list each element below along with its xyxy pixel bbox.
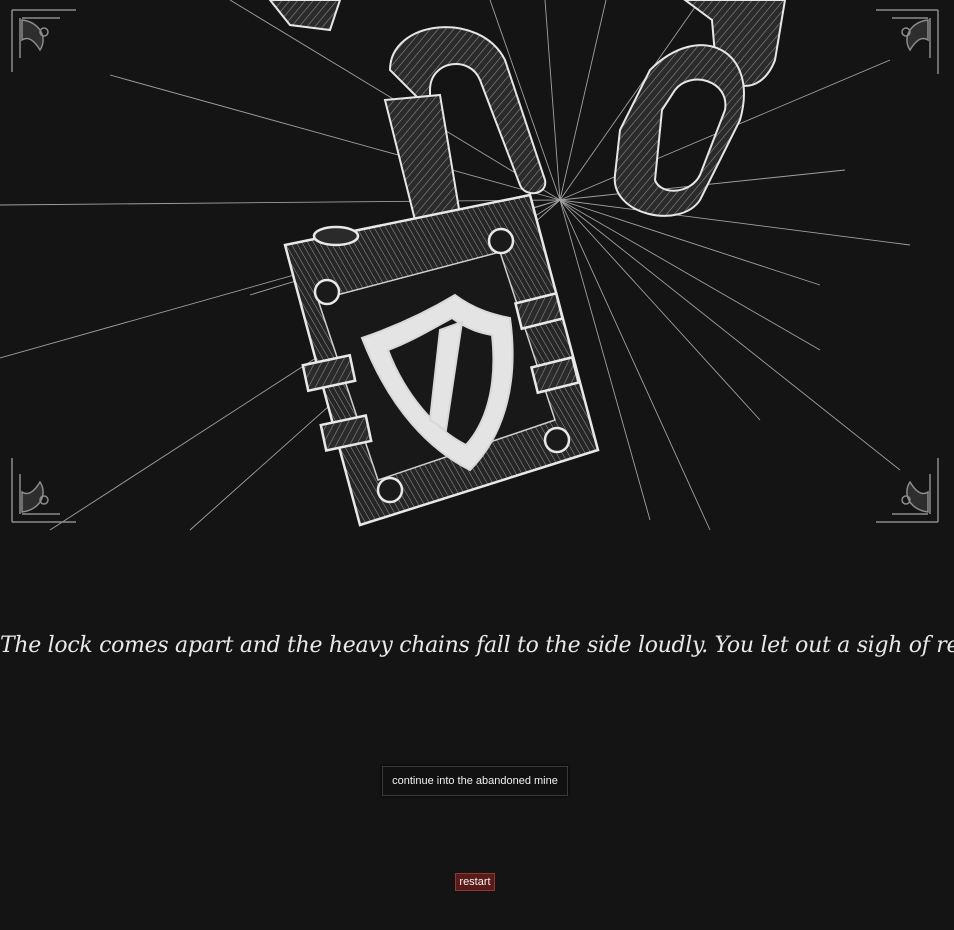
restart-button[interactable]: restart <box>455 873 495 891</box>
corner-ornament-bottom-left <box>11 458 76 523</box>
corner-ornament-top-right <box>876 9 939 74</box>
corner-ornament-bottom-right <box>876 458 939 523</box>
corner-ornament-top-left <box>11 9 76 72</box>
chain-right <box>613 0 787 217</box>
padlock-illustration <box>0 0 939 531</box>
narration-text: The lock comes apart and the heavy chain… <box>0 633 954 658</box>
game-page: The lock comes apart and the heavy chain… <box>0 0 954 930</box>
chain-left <box>268 0 547 222</box>
scene-illustration <box>0 0 954 532</box>
continue-choice-button[interactable]: continue into the abandoned mine <box>382 766 568 796</box>
